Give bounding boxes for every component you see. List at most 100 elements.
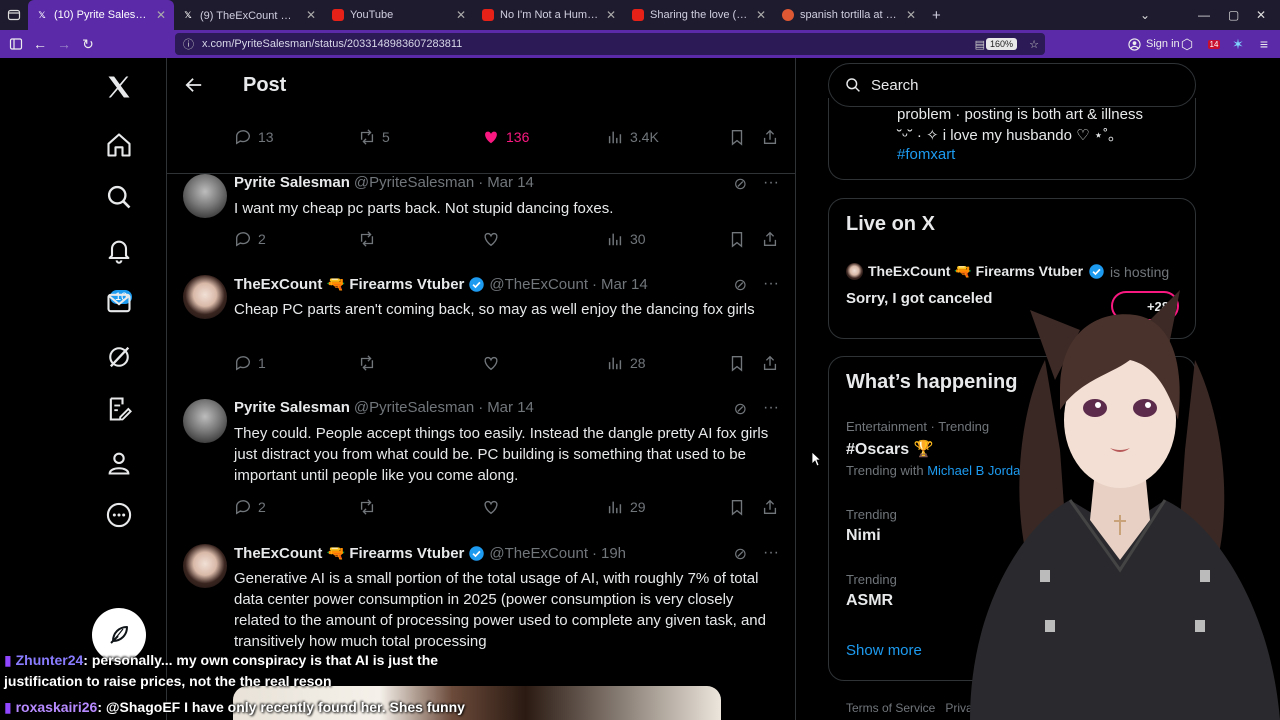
repost-button[interactable] [358, 230, 376, 248]
reply-tweet[interactable]: Pyrite Salesman @PyriteSalesman · Mar 14… [167, 399, 795, 549]
more-menu-icon[interactable]: ··· [763, 399, 779, 419]
reply-button[interactable]: 2 [234, 230, 266, 248]
close-tab-icon[interactable]: ✕ [756, 8, 766, 22]
profile-hashtag-link[interactable]: #fomxart [897, 146, 955, 163]
avatar[interactable] [183, 275, 227, 319]
share-button[interactable] [761, 354, 779, 372]
reload-icon[interactable]: ↻ [76, 32, 100, 56]
reply-tweet[interactable]: Pyrite Salesman @PyriteSalesman · Mar 14… [167, 173, 795, 283]
more-menu-icon[interactable]: ··· [763, 275, 779, 295]
grok-analyze-icon[interactable]: ⊘ [734, 174, 747, 194]
tab-overview-icon[interactable] [0, 3, 28, 27]
more-options-icon[interactable] [92, 488, 146, 542]
menu-icon[interactable]: ≡ [1252, 32, 1276, 56]
grok-analyze-icon[interactable]: ⊘ [734, 399, 747, 419]
avatar[interactable] [183, 399, 227, 443]
views-button[interactable]: 28 [606, 354, 646, 372]
tab-youtube[interactable]: YouTube ✕ [324, 0, 474, 30]
sign-in-button[interactable]: Sign in [1128, 30, 1180, 58]
repost-button[interactable] [358, 498, 376, 516]
share-button[interactable] [761, 498, 779, 516]
back-arrow-icon[interactable] [167, 58, 221, 112]
like-button[interactable] [482, 498, 500, 516]
youtube-logo-icon [332, 9, 344, 21]
share-button[interactable] [761, 230, 779, 248]
bookmark-button[interactable] [728, 230, 746, 248]
forward-icon[interactable]: → [52, 32, 76, 56]
search-icon [846, 78, 860, 92]
tab-theexcount[interactable]: 𝕏 (9) TheExCount 🔫 Firearms Vt ✕ [174, 0, 324, 30]
messages-envelope-icon[interactable] [92, 276, 146, 330]
grok-analyze-icon[interactable]: ⊘ [734, 544, 747, 564]
repost-button[interactable]: 5 [358, 128, 390, 146]
close-tab-icon[interactable]: ✕ [306, 8, 316, 22]
tab-not-a-human[interactable]: No I'm Not a Human (Vtuber Va ✕ [474, 0, 624, 30]
share-button[interactable] [761, 128, 779, 146]
like-button[interactable] [482, 354, 500, 372]
zoom-level-badge[interactable]: 160% [985, 38, 1017, 50]
back-icon[interactable]: ← [28, 32, 52, 56]
trend-item[interactable]: Trending ASMR [846, 572, 897, 610]
like-button[interactable] [482, 230, 500, 248]
youtube-logo-icon [632, 9, 644, 21]
x-logo-icon[interactable] [92, 60, 146, 114]
tab-sharing-the-love[interactable]: Sharing the love ( SCU x KiNi-Va ✕ [624, 0, 774, 30]
reply-button[interactable]: 13 [234, 128, 274, 146]
reader-view-icon[interactable]: ▤ [975, 38, 985, 51]
tab-duckduckgo[interactable]: spanish tortilla at DuckDuckGo ✕ [774, 0, 924, 30]
reply-button[interactable]: 2 [234, 498, 266, 516]
home-icon[interactable] [92, 118, 146, 172]
repost-button[interactable] [358, 354, 376, 372]
like-button[interactable]: 136 [482, 128, 529, 146]
tab-pyrite-salesman[interactable]: 𝕏 (10) Pyrite Salesman on X: "@Th ✕ [28, 0, 174, 30]
extensions-icon[interactable]: ⬡ [1175, 32, 1199, 56]
bookmark-star-icon[interactable]: ☆ [1029, 38, 1039, 51]
close-tab-icon[interactable]: ✕ [156, 8, 166, 22]
grok-icon[interactable] [92, 330, 146, 384]
views-button[interactable]: 29 [606, 498, 646, 516]
close-window-icon[interactable]: ✕ [1256, 0, 1266, 30]
new-tab-button[interactable]: + [924, 0, 954, 30]
reply-icon [236, 500, 250, 515]
bookmark-button[interactable] [728, 128, 746, 146]
close-tab-icon[interactable]: ✕ [606, 8, 616, 22]
tab-list-chevron-icon[interactable]: ⌄ [1140, 0, 1150, 30]
youtube-logo-icon [482, 9, 494, 21]
close-tab-icon[interactable]: ✕ [906, 8, 916, 22]
tweet-text: I want my cheap pc parts back. Not stupi… [234, 200, 614, 217]
bookmark-button[interactable] [728, 354, 746, 372]
extension-badge-icon[interactable]: 14 [1202, 32, 1226, 56]
bookmark-button[interactable] [728, 498, 746, 516]
close-tab-icon[interactable]: ✕ [456, 8, 466, 22]
show-more-link[interactable]: Show more [846, 642, 922, 659]
tweet-actions: 2 30 [234, 230, 780, 250]
avatar[interactable] [183, 174, 227, 218]
repost-icon [360, 499, 374, 515]
reply-button[interactable]: 1 [234, 354, 266, 372]
views-button[interactable]: 30 [606, 230, 646, 248]
more-menu-icon[interactable]: ··· [763, 544, 779, 564]
avatar[interactable] [183, 544, 227, 588]
maximize-icon[interactable]: ▢ [1228, 0, 1239, 30]
post-thread-column: Post 13 5 136 3.4K Pyrite Salesman @Pyri… [166, 58, 796, 720]
bookmark-icon [731, 232, 743, 248]
views-chart-icon [608, 131, 622, 144]
minimize-icon[interactable]: — [1198, 0, 1210, 30]
tweet-actions: 2 29 [234, 498, 780, 518]
views-button[interactable]: 3.4K [606, 128, 659, 146]
grok-analyze-icon[interactable]: ⊘ [734, 275, 747, 295]
reply-tweet[interactable]: TheExCount 🔫 Firearms Vtuber @TheExCount… [167, 275, 795, 415]
drafts-icon[interactable] [92, 382, 146, 436]
explore-search-icon[interactable] [92, 170, 146, 224]
profile-card: problem · posting is both art & illness … [828, 98, 1196, 180]
url-field[interactable]: ⓘ x.com/PyriteSalesman/status/2033148983… [175, 33, 1045, 55]
profile-icon[interactable] [92, 436, 146, 490]
trend-item[interactable]: Trending Nimi [846, 507, 897, 545]
sidebar-toggle-icon[interactable] [4, 32, 28, 56]
extension-icon[interactable]: ✶ [1226, 32, 1250, 56]
site-info-icon[interactable]: ⓘ [183, 36, 194, 52]
tweet-header: TheExCount 🔫 Firearms Vtuber @TheExCount… [234, 275, 648, 294]
feather-icon [110, 626, 128, 644]
more-menu-icon[interactable]: ··· [763, 174, 779, 194]
notifications-bell-icon[interactable] [92, 224, 146, 278]
